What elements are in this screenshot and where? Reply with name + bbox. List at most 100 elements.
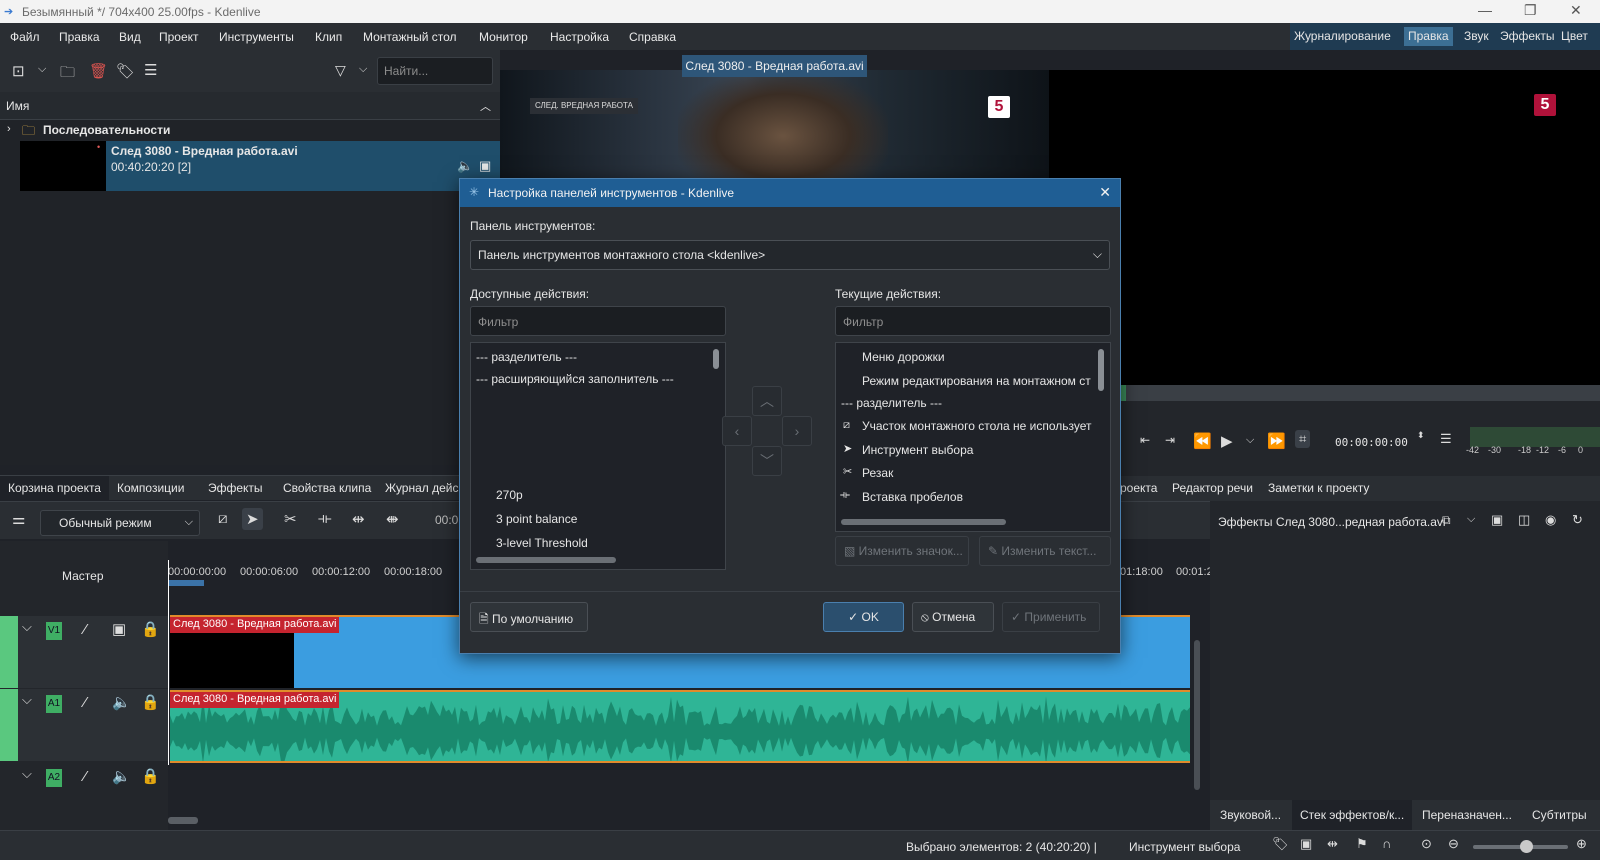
list-scrollbar[interactable] <box>713 349 719 369</box>
clip-monitor[interactable]: СЛЕД. ВРЕДНАЯ РАБОТА 5 <box>500 70 1049 190</box>
list-item[interactable]: --- разделитель --- <box>841 396 942 410</box>
add-action-button[interactable]: › <box>782 416 812 446</box>
toolbar-select[interactable]: Панель инструментов монтажного стола <kd… <box>470 240 1110 270</box>
list-hscrollbar[interactable] <box>841 519 1006 525</box>
audio-track-icon[interactable]: 🔈 <box>112 693 131 711</box>
cancel-button[interactable]: ⦸ Отмена <box>912 602 994 632</box>
collapse-track-icon[interactable]: ⌵ <box>22 692 32 708</box>
add-clip-icon[interactable]: ⊡ <box>12 62 25 80</box>
audio-track-icon[interactable]: 🔈 <box>112 767 131 785</box>
menu-help[interactable]: Справка <box>629 30 676 44</box>
list-scrollbar[interactable] <box>1098 349 1104 391</box>
effects-wand-icon[interactable]: ⁄ <box>84 621 87 638</box>
tab-effect-stack[interactable]: Стек эффектов/к... <box>1292 800 1413 830</box>
slip-tool-icon[interactable]: ⇼ <box>386 510 399 528</box>
workspace-logging[interactable]: Журналирование <box>1290 27 1395 46</box>
composite-icon[interactable]: ⧄ <box>218 510 228 527</box>
tab-history[interactable]: Журнал дейс <box>385 481 459 495</box>
list-item[interactable]: --- разделитель --- <box>476 350 577 364</box>
tab-speech-editor[interactable]: Редактор речи <box>1172 481 1253 495</box>
bin-clip-item[interactable]: • След 3080 - Вредная работа.avi 00:40:2… <box>20 141 500 191</box>
collapse-track-icon[interactable]: ⌵ <box>22 619 32 635</box>
project-monitor[interactable]: 5 <box>1049 70 1600 385</box>
tab-project-bin[interactable]: Корзина проекта <box>0 476 109 501</box>
set-out-icon[interactable]: ⇥ <box>1165 433 1175 447</box>
list-item[interactable]: Инструмент выбора <box>862 443 973 457</box>
menu-view[interactable]: Вид <box>119 30 141 44</box>
list-item[interactable]: Меню дорожки <box>862 350 945 364</box>
menu-icon[interactable]: ☰ <box>144 61 157 79</box>
zoom-slider-handle[interactable] <box>1520 840 1533 853</box>
reset-icon[interactable]: ↻ <box>1572 512 1583 528</box>
tab-project-notes-partial[interactable]: роекта <box>1120 481 1157 495</box>
timecode-spin-icon[interactable]: ⬍ <box>1417 430 1425 441</box>
change-icon-button[interactable]: ▧ Изменить значок... <box>835 536 969 566</box>
collapse-icon[interactable]: ︿ <box>480 98 491 114</box>
track-active-strip[interactable] <box>0 689 18 761</box>
tab-audio-mixer[interactable]: Звуковой... <box>1220 808 1281 822</box>
crop-icon[interactable]: ⌗ <box>1295 430 1311 448</box>
compare-icon[interactable]: ⧉ <box>1442 513 1451 528</box>
list-item[interactable]: Резак <box>862 466 893 480</box>
snap-icon[interactable]: ⇹ <box>1327 836 1338 852</box>
move-down-button[interactable]: ﹀ <box>752 446 782 476</box>
rewind-icon[interactable]: ⏪ <box>1193 432 1212 450</box>
forward-icon[interactable]: ⏩ <box>1267 432 1286 450</box>
tab-compositions[interactable]: Композиции <box>117 481 184 495</box>
available-actions-list[interactable]: --- разделитель --- --- расширяющийся за… <box>470 342 726 570</box>
list-hscrollbar[interactable] <box>476 557 616 563</box>
menu-file[interactable]: Файл <box>10 30 40 44</box>
delete-icon[interactable]: 🗑 <box>89 62 108 80</box>
menu-clip[interactable]: Клип <box>315 30 342 44</box>
tab-effects[interactable]: Эффекты <box>208 481 263 495</box>
lock-icon[interactable]: 🔒 <box>141 767 160 785</box>
track-header-v1[interactable]: ⌵ V1 ⁄ ▣ 🔒 <box>0 616 168 688</box>
tab-subtitles[interactable]: Субтитры <box>1532 808 1587 822</box>
zoom-out-icon[interactable]: ⊖ <box>1448 836 1459 852</box>
dialog-title-bar[interactable]: ✳ Настройка панелей инструментов - Kdenl… <box>460 179 1120 207</box>
magnet-icon[interactable]: ∩ <box>1382 836 1391 851</box>
chevron-down-icon[interactable]: ⌵ <box>38 63 46 76</box>
track-header-a1[interactable]: ⌵ A1 ⁄ 🔈 🔒 <box>0 689 168 761</box>
monitor-timecode[interactable]: 00:00:00:00 <box>1335 436 1408 449</box>
monitor-ruler[interactable] <box>1110 385 1600 401</box>
eye-icon[interactable]: ◉ <box>1545 512 1556 528</box>
list-item[interactable]: Режим редактирования на монтажном ст <box>862 374 1091 388</box>
play-icon[interactable]: ▶ <box>1221 432 1233 450</box>
zoom-fit-icon[interactable]: ⊙ <box>1421 836 1432 852</box>
spacer-tool-icon[interactable]: ⟛ <box>318 510 332 527</box>
list-item[interactable]: Вставка пробелов <box>862 490 963 504</box>
apply-button[interactable]: ✓ Применить <box>1002 602 1100 632</box>
remove-action-button[interactable]: ‹ <box>722 416 752 446</box>
menu-monitor[interactable]: Монитор <box>479 30 528 44</box>
effects-wand-icon[interactable]: ⁄ <box>84 694 87 711</box>
master-label[interactable]: Мастер <box>62 569 104 583</box>
minimize-icon[interactable]: — <box>1478 2 1492 18</box>
list-item[interactable]: Участок монтажного стола не использует <box>862 419 1092 433</box>
video-thumb-icon[interactable]: ▣ <box>1300 836 1312 852</box>
bin-search-input[interactable]: Найти... <box>377 57 493 85</box>
defaults-button[interactable]: 🗎 По умолчанию <box>470 602 588 632</box>
tag-icon[interactable]: 🏷 <box>1272 836 1289 852</box>
save-icon[interactable]: ▣ <box>1491 512 1503 528</box>
filter-icon[interactable]: ▽ <box>335 62 346 79</box>
zone-marker[interactable] <box>168 580 204 586</box>
select-tool-icon[interactable]: ➤ <box>242 508 263 530</box>
bin-column-header[interactable]: Имя ︿ <box>0 92 500 120</box>
list-item[interactable]: --- расширяющийся заполнитель --- <box>476 372 674 386</box>
filter-chevron-icon[interactable]: ⌵ <box>359 63 367 76</box>
list-item[interactable]: 270p <box>496 488 523 502</box>
audio-icon[interactable]: 🔈 <box>457 158 473 174</box>
available-filter-input[interactable]: Фильтр <box>470 306 726 336</box>
move-up-button[interactable]: ︿ <box>752 386 782 416</box>
tag-icon[interactable]: 🏷 <box>116 62 135 80</box>
menu-edit[interactable]: Правка <box>59 30 100 44</box>
workspace-audio[interactable]: Звук <box>1460 27 1493 46</box>
tab-remap[interactable]: Переназначен... <box>1422 808 1512 822</box>
workspace-effects[interactable]: Эффекты <box>1496 27 1559 46</box>
video-icon[interactable]: ▣ <box>479 158 491 174</box>
workspace-color[interactable]: Цвет <box>1557 27 1592 46</box>
bin-folder-row[interactable]: › 🗀 Последовательности <box>0 120 500 140</box>
set-in-icon[interactable]: ⇤ <box>1140 433 1150 447</box>
menu-project[interactable]: Проект <box>159 30 199 44</box>
